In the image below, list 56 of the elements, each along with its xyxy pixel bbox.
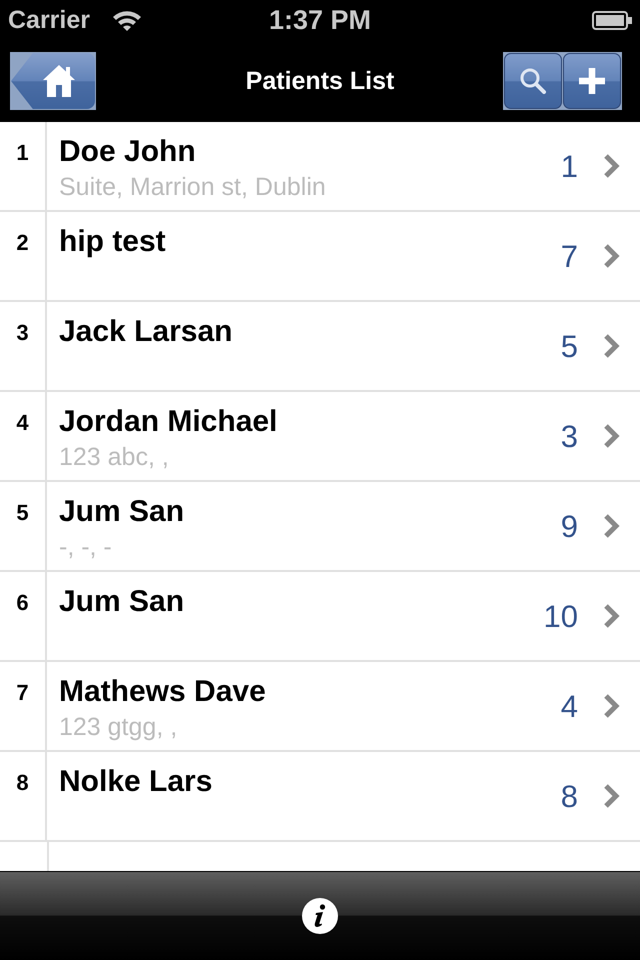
patient-row[interactable]: 2 hip test 7 <box>0 212 640 302</box>
patient-name: Mathews Dave <box>59 675 266 709</box>
patient-address: 123 abc, , <box>59 443 169 471</box>
patient-name: hip test <box>59 225 166 259</box>
chevron-icon <box>603 603 620 629</box>
carrier-name: Carrier <box>8 5 90 35</box>
patient-name: Nolke Lars <box>59 765 212 799</box>
row-number: 6 <box>16 590 29 616</box>
row-number: 3 <box>16 320 29 346</box>
battery-icon <box>592 10 632 30</box>
record-count: 5 <box>560 329 578 365</box>
patient-address: Suite, Marrion st, Dublin <box>59 173 326 201</box>
patient-row[interactable]: 5 Jum San -, -, - 9 <box>0 482 640 572</box>
status-time: 1:37 PM <box>268 5 372 35</box>
chevron-icon <box>603 783 620 809</box>
chevron-icon <box>603 693 620 719</box>
record-count: 10 <box>544 599 578 635</box>
patient-name: Jum San <box>59 585 184 619</box>
record-count: 3 <box>560 419 578 455</box>
record-count: 1 <box>560 149 578 185</box>
record-count: 4 <box>560 689 578 725</box>
info-icon[interactable] <box>302 898 338 934</box>
house-icon <box>42 64 76 98</box>
record-count: 9 <box>560 509 578 545</box>
search-button[interactable] <box>504 53 562 109</box>
patient-address: 123 gtgg, , <box>59 713 178 741</box>
home-button[interactable] <box>10 52 96 110</box>
record-count: 8 <box>560 779 578 815</box>
search-icon <box>520 68 546 94</box>
wifi-icon <box>112 9 142 31</box>
row-number: 8 <box>16 770 29 796</box>
chevron-icon <box>603 243 620 269</box>
chevron-icon <box>603 423 620 449</box>
patient-row[interactable]: 6 Jum San 10 <box>0 572 640 662</box>
row-number: 2 <box>16 230 29 256</box>
add-button[interactable] <box>563 53 621 109</box>
row-number: 4 <box>16 410 29 436</box>
patient-row[interactable]: 8 Nolke Lars 8 <box>0 752 640 842</box>
row-number: 1 <box>16 140 29 166</box>
patient-name: Jordan Michael <box>59 405 278 439</box>
patient-address: -, -, - <box>59 533 112 561</box>
record-count: 7 <box>560 239 578 275</box>
patient-row[interactable]: 3 Jack Larsan 5 <box>0 302 640 392</box>
row-number: 7 <box>16 680 29 706</box>
patient-name: Jack Larsan <box>59 315 232 349</box>
patient-row[interactable]: 1 Doe John Suite, Marrion st, Dublin 1 <box>0 122 640 212</box>
patient-name: Doe John <box>59 135 196 169</box>
patient-row[interactable]: 4 Jordan Michael 123 abc, , 3 <box>0 392 640 482</box>
chevron-icon <box>603 333 620 359</box>
chevron-icon <box>603 153 620 179</box>
plus-icon <box>579 68 605 94</box>
patient-row[interactable]: 7 Mathews Dave 123 gtgg, , 4 <box>0 662 640 752</box>
patient-name: Jum San <box>59 495 184 529</box>
row-number: 5 <box>16 500 29 526</box>
nav-title: Patients List <box>246 66 394 96</box>
chevron-icon <box>603 513 620 539</box>
